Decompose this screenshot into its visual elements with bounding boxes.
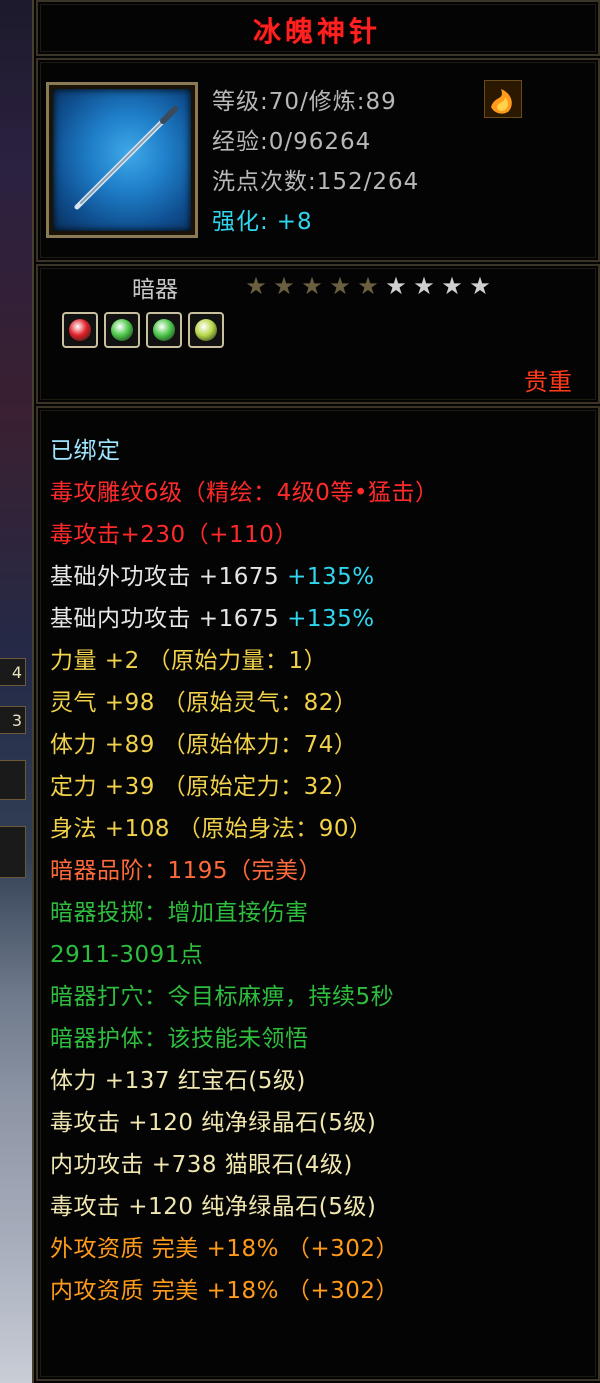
attribute-line: 毒攻击 +120 纯净绿晶石(5级) [50, 1186, 600, 1228]
attribute-line: 毒攻击 +120 纯净绿晶石(5级) [50, 1102, 600, 1144]
side-chip: 3 [0, 706, 26, 734]
side-button[interactable] [0, 826, 26, 878]
attribute-text: 体力 +89 （原始体力：74） [50, 732, 358, 758]
attribute-text: 2911-3091点 [50, 942, 204, 968]
star-icon: ★ [329, 272, 351, 300]
attribute-text: 定力 +39 （原始定力：32） [50, 774, 358, 800]
attribute-line: 毒攻雕纹6级（精绘：4级0等•猛击） [50, 472, 600, 514]
red-gem-icon[interactable] [62, 312, 98, 348]
attribute-line: 基础内功攻击 +1675 +135% [50, 598, 600, 640]
attribute-text: 基础内功攻击 +1675 [50, 606, 280, 632]
star-icon: ★ [273, 272, 295, 300]
attribute-text: 基础外功攻击 +1675 [50, 564, 280, 590]
attribute-line: 外攻资质 完美 +18% （+302） [50, 1228, 600, 1270]
green-gem-icon[interactable] [104, 312, 140, 348]
flame-icon[interactable] [484, 80, 522, 118]
attribute-line: 内攻资质 完美 +18% （+302） [50, 1270, 600, 1312]
side-button[interactable] [0, 760, 26, 800]
enhance-label: 强化: [212, 209, 269, 235]
attribute-text: 毒攻击 +120 纯净绿晶石(5级) [50, 1194, 377, 1220]
star-icon: ★ [245, 272, 267, 300]
attribute-line: 暗器品阶：1195（完美） [50, 850, 600, 892]
star-icon: ★ [385, 272, 407, 300]
gem-core [111, 319, 133, 341]
star-icon: ★ [413, 272, 435, 300]
attribute-text: 身法 +108 （原始身法：90） [50, 816, 373, 842]
gem-core [153, 319, 175, 341]
attribute-line: 已绑定 [50, 430, 600, 472]
attribute-line: 内功攻击 +738 猫眼石(4级) [50, 1144, 600, 1186]
attribute-line: 身法 +108 （原始身法：90） [50, 808, 600, 850]
attribute-line: 2911-3091点 [50, 934, 600, 976]
attribute-text: 暗器投掷：增加直接伤害 [50, 900, 309, 926]
attribute-line: 灵气 +98 （原始灵气：82） [50, 682, 600, 724]
attribute-line: 毒攻击+230（+110） [50, 514, 600, 556]
yellow-green-gem-icon[interactable] [188, 312, 224, 348]
attribute-line: 基础外功攻击 +1675 +135% [50, 556, 600, 598]
attribute-line: 暗器护体：该技能未领悟 [50, 1018, 600, 1060]
attribute-line: 体力 +137 红宝石(5级) [50, 1060, 600, 1102]
item-icon-frame[interactable] [46, 82, 198, 238]
attribute-list: 已绑定毒攻雕纹6级（精绘：4级0等•猛击） 毒攻击+230（+110） 基础外功攻击… [50, 430, 600, 1312]
exp-line: 经验:0/96264 [212, 129, 372, 155]
attribute-text: 暗器打穴：令目标麻痹，持续5秒 [50, 984, 395, 1010]
attribute-line: 力量 +2 （原始力量：1） [50, 640, 600, 682]
attribute-line: 体力 +89 （原始体力：74） [50, 724, 600, 766]
star-rating: ★ ★ ★ ★ ★ ★ ★ ★ ★ [242, 272, 494, 300]
item-type: 暗器 [132, 277, 178, 303]
green-gem-icon[interactable] [146, 312, 182, 348]
attribute-line: 暗器投掷：增加直接伤害 [50, 892, 600, 934]
background-scene: 4 3 [0, 0, 32, 1383]
item-tooltip: 冰魄神针 等级:70/修炼:89 经验:0/96264 洗点次数:152/264… [32, 0, 600, 1383]
level-line: 等级:70/修炼:89 [212, 89, 397, 115]
attribute-bonus: +135% [287, 606, 375, 632]
star-icon: ★ [469, 272, 491, 300]
attribute-bonus: +135% [287, 564, 375, 590]
gem-core [69, 319, 91, 341]
attribute-text: 力量 +2 （原始力量：1） [50, 648, 328, 674]
attribute-text: 内功攻击 +738 猫眼石(4级) [50, 1152, 353, 1178]
attribute-text: 毒攻击 +120 纯净绿晶石(5级) [50, 1110, 377, 1136]
attribute-text: 毒攻雕纹6级（精绘：4级0等•猛击） [50, 480, 439, 506]
attribute-line: 暗器打穴：令目标麻痹，持续5秒 [50, 976, 600, 1018]
star-icon: ★ [357, 272, 379, 300]
attribute-line: 定力 +39 （原始定力：32） [50, 766, 600, 808]
attribute-text: 毒攻击+230（+110） [50, 522, 298, 548]
star-icon: ★ [441, 272, 463, 300]
attribute-text: 暗器品阶：1195（完美） [50, 858, 323, 884]
enhance-value: +8 [276, 209, 313, 235]
attribute-text: 已绑定 [50, 438, 121, 464]
needle-icon [53, 89, 191, 231]
attribute-text: 灵气 +98 （原始灵气：82） [50, 690, 358, 716]
side-chip: 4 [0, 658, 26, 686]
attribute-text: 体力 +137 红宝石(5级) [50, 1068, 306, 1094]
star-icon: ★ [301, 272, 323, 300]
attribute-text: 外攻资质 完美 +18% （+302） [50, 1236, 399, 1262]
rarity-label: 贵重 [524, 368, 572, 396]
attribute-text: 内攻资质 完美 +18% （+302） [50, 1278, 399, 1304]
gem-core [195, 319, 217, 341]
gem-slots [62, 312, 230, 348]
item-name: 冰魄神针 [252, 15, 381, 48]
attribute-text: 暗器护体：该技能未领悟 [50, 1026, 309, 1052]
enhance-line: 强化: +8 [212, 202, 313, 236]
reset-count-line: 洗点次数:152/264 [212, 169, 420, 195]
